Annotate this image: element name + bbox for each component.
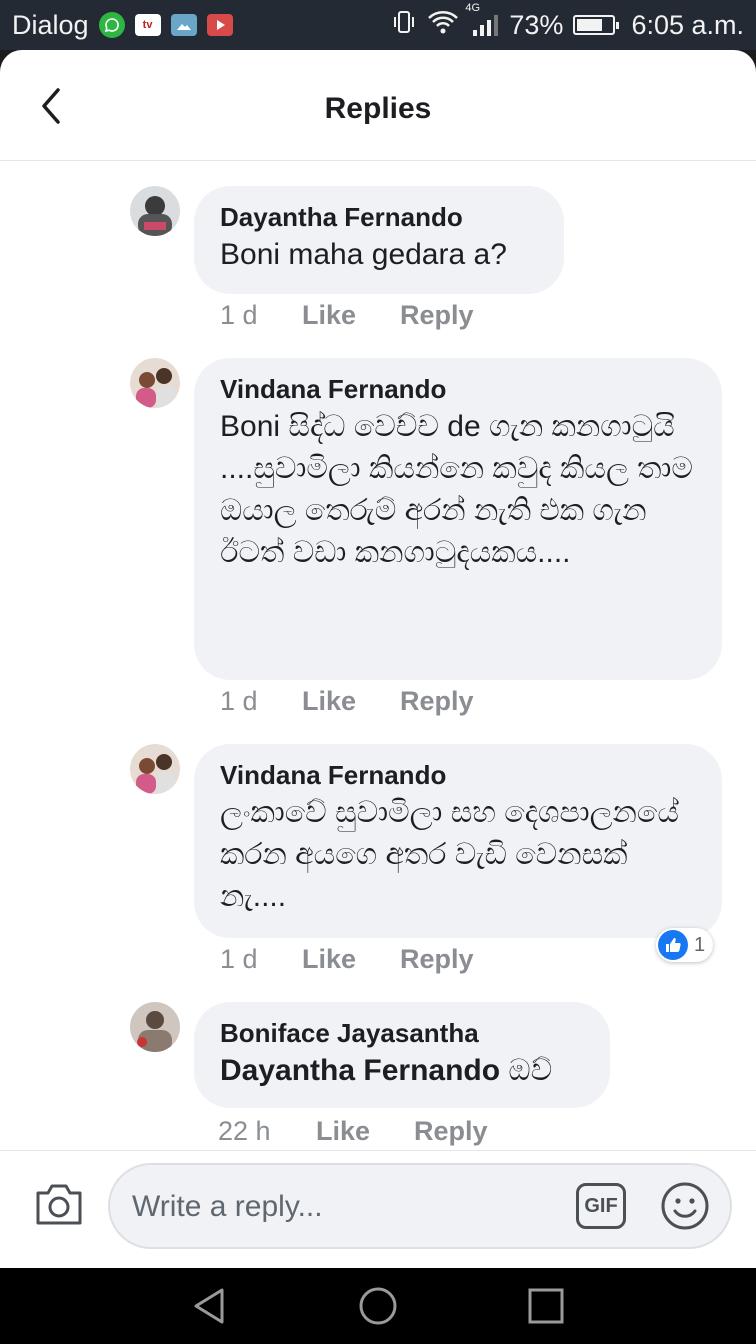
- avatar[interactable]: [130, 744, 180, 794]
- reply-button[interactable]: Reply: [400, 686, 474, 717]
- page-title: Replies: [324, 92, 432, 125]
- avatar[interactable]: [130, 186, 180, 236]
- reply-composer: GIF: [0, 1150, 756, 1268]
- comment-text: ලංකාවේ සුවාමිලා සහ දෙශපාලනයේ කරන අයගෙ අත…: [220, 796, 679, 913]
- comment-text: Dayantha Fernando ඔව්: [220, 1050, 584, 1092]
- like-button[interactable]: Like: [302, 686, 400, 717]
- like-icon: [658, 930, 688, 960]
- triangle-back-icon: [194, 1288, 224, 1324]
- gallery-icon: [170, 14, 197, 36]
- video-app-icon: [206, 14, 233, 36]
- comment-text-body: ඔව්: [500, 1054, 553, 1087]
- comment-bubble[interactable]: Vindana Fernando Boni සිද්ධ වෙච්ච de ගැන…: [194, 358, 722, 680]
- nav-back-button[interactable]: [190, 1286, 230, 1326]
- reply-input-container[interactable]: GIF: [108, 1163, 732, 1249]
- header: Replies: [0, 50, 756, 161]
- square-recents-icon: [528, 1288, 564, 1324]
- comment-actions: 1 d Like Reply: [220, 686, 474, 717]
- mention-link[interactable]: Dayantha Fernando: [220, 1054, 500, 1087]
- comment-bubble[interactable]: Boniface Jayasantha Dayantha Fernando ඔව…: [194, 1002, 610, 1108]
- comment-text: Boni maha gedara a?: [220, 238, 507, 271]
- comment-time: 1 d: [220, 300, 258, 330]
- comment-actions: 1 d Like Reply: [220, 300, 474, 331]
- comment-text: Boni සිද්ධ වෙච්ච de ගැන කනගාටුයි ....සුව…: [220, 410, 693, 569]
- comment-author[interactable]: Vindana Fernando: [220, 758, 696, 792]
- reaction-count: 1: [694, 933, 706, 956]
- whatsapp-icon: [98, 12, 125, 38]
- navigation-bar: [0, 1268, 756, 1344]
- battery-percent: 73%: [509, 9, 564, 40]
- reply-button[interactable]: Reply: [400, 300, 474, 331]
- replies-sheet: Replies Dayantha Fernando Boni maha geda…: [0, 50, 756, 1268]
- comment-bubble[interactable]: Dayantha Fernando Boni maha gedara a?: [194, 186, 564, 294]
- like-button[interactable]: Like: [302, 300, 400, 331]
- wifi-icon: [427, 9, 459, 42]
- nav-home-button[interactable]: [358, 1286, 398, 1326]
- status-right: 4G 73% 6:05 a.m.: [391, 2, 744, 42]
- comment-actions: 22 h Like Reply: [218, 1116, 488, 1147]
- comment-time: 22 h: [218, 1116, 271, 1146]
- avatar[interactable]: [130, 1002, 180, 1052]
- camera-icon: [36, 1184, 82, 1225]
- camera-button[interactable]: [34, 1181, 84, 1227]
- cellular-signal-icon: 4G: [465, 2, 499, 38]
- reply-button[interactable]: Reply: [400, 944, 474, 975]
- like-button[interactable]: Like: [302, 944, 400, 975]
- battery-fill: [577, 19, 603, 31]
- circle-home-icon: [359, 1287, 397, 1325]
- comment-time: 1 d: [220, 686, 258, 716]
- nav-recents-button[interactable]: [526, 1286, 566, 1326]
- status-left: Dialog tv: [12, 10, 233, 41]
- comment-author[interactable]: Boniface Jayasantha: [220, 1016, 584, 1050]
- like-button[interactable]: Like: [316, 1116, 414, 1147]
- reaction-badge[interactable]: 1: [656, 928, 714, 962]
- comment-author[interactable]: Vindana Fernando: [220, 372, 696, 406]
- clock: 6:05 a.m.: [631, 9, 744, 40]
- reply-button[interactable]: Reply: [414, 1116, 488, 1147]
- comment-author[interactable]: Dayantha Fernando: [220, 200, 538, 234]
- reply-input[interactable]: [130, 1183, 554, 1231]
- vibrate-icon: [391, 9, 417, 42]
- tv-app-icon: tv: [134, 14, 161, 36]
- avatar[interactable]: [130, 358, 180, 408]
- carrier-name: Dialog: [12, 9, 89, 40]
- emoji-button[interactable]: [660, 1181, 710, 1231]
- gif-button[interactable]: GIF: [576, 1183, 626, 1229]
- comment-time: 1 d: [220, 944, 258, 974]
- tv-app-icon-text: tv: [142, 19, 153, 31]
- network-type: 4G: [465, 2, 481, 14]
- comment-bubble[interactable]: Vindana Fernando ලංකාවේ සුවාමිලා සහ දෙශප…: [194, 744, 722, 938]
- emoji-icon: [661, 1182, 709, 1230]
- status-bar: Dialog tv 4G 73% 6:05 a.m.: [0, 0, 756, 50]
- battery-icon: [573, 15, 620, 35]
- comment-actions: 1 d Like Reply: [220, 944, 474, 975]
